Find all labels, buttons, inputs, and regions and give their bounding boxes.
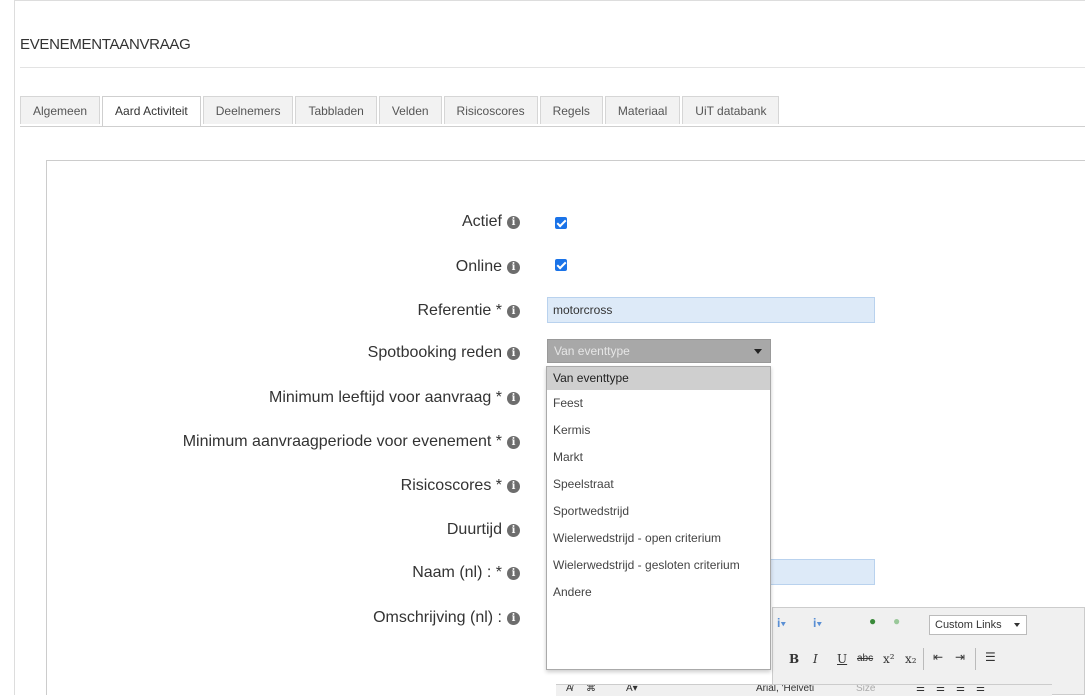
risicoscores-label: Risicoscores * [400,477,502,494]
dropdown-option[interactable]: Feest [547,390,770,417]
referentie-info-icon[interactable]: i [507,305,520,318]
min-leeftijd-info-icon[interactable]: i [507,392,520,405]
font-family-select[interactable]: Arial, 'Helveti [756,685,814,694]
toolbar-separator [975,648,976,670]
italic-button[interactable]: I [813,652,818,666]
dropdown-option[interactable]: Wielerwedstrijd - gesloten criterium [547,552,770,579]
dropdown-option[interactable]: Andere [547,579,770,606]
align-right-icon[interactable]: ☰ [956,685,965,694]
dropdown-option[interactable]: Wielerwedstrijd - open criterium [547,525,770,552]
online-checkbox[interactable] [555,259,567,271]
font-color-icon[interactable]: A▾ [626,685,638,694]
spotbooking-info-icon[interactable]: i [507,347,520,360]
chevron-down-icon [1014,623,1020,627]
bg-color-icon[interactable]: 𝐢▾ [813,616,822,631]
duurtijd-label: Duurtijd [446,521,502,538]
actief-checkbox[interactable] [555,217,567,229]
align-left-icon[interactable]: ☰ [916,685,925,694]
remove-format-icon[interactable]: ⌘ [586,685,596,694]
clear-format-icon[interactable]: A̸ [566,685,573,694]
toolbar-separator [923,648,924,670]
align-justify-icon[interactable]: ☰ [976,685,985,694]
text-color-icon[interactable]: 𝐢▾ [777,616,786,631]
online-label: Online [455,258,502,275]
title-divider [20,67,1085,68]
bold-button[interactable]: B [789,652,799,666]
online-info-icon[interactable]: i [507,261,520,274]
underline-button[interactable]: U [837,652,847,666]
actief-info-icon[interactable]: i [507,216,520,229]
tab-algemeen[interactable]: Algemeen [20,96,101,124]
omschrijving-info-icon[interactable]: i [507,612,520,625]
editor-toolbar: 𝐢▾ 𝐢▾ ● ● Custom Links B I U abc x² x₂ ⇤… [772,607,1085,695]
custom-links-select[interactable]: Custom Links [929,615,1027,635]
tab-regels[interactable]: Regels [539,96,603,124]
min-leeftijd-label: Minimum leeftijd voor aanvraag * [269,389,502,406]
tab-velden[interactable]: Velden [378,96,442,124]
dropdown-option[interactable]: Markt [547,444,770,471]
indent-icon[interactable]: ⇥ [955,650,965,664]
omschrijving-label: Omschrijving (nl) : [373,609,502,626]
superscript-icon[interactable]: x² [883,652,895,666]
tab-aard-activiteit[interactable]: Aard Activiteit [102,96,201,127]
tab-materiaal[interactable]: Materiaal [604,96,681,124]
outdent-icon[interactable]: ⇤ [933,650,943,664]
duurtijd-info-icon[interactable]: i [507,524,520,537]
spotbooking-selected-value: Van eventtype [554,344,630,358]
actief-label: Actief [461,213,502,230]
naam-info-icon[interactable]: i [507,567,520,580]
numbered-list-icon[interactable]: ☰ [985,650,996,664]
referentie-input[interactable]: motorcross [547,297,875,323]
spotbooking-label: Spotbooking reden [367,344,502,361]
risicoscores-info-icon[interactable]: i [507,480,520,493]
tab-divider [20,126,1085,127]
subscript-icon[interactable]: x₂ [905,652,917,666]
tab-uit-databank[interactable]: UiT databank [682,96,780,124]
unlink-icon[interactable]: ● [893,614,900,628]
custom-links-label: Custom Links [935,619,1002,631]
tab-risicoscores[interactable]: Risicoscores [443,96,538,124]
tab-bar: Algemeen Aard Activiteit Deelnemers Tabb… [20,96,781,127]
dropdown-option[interactable]: Van eventtype [547,367,770,390]
editor-toolbar-row-3: A̸ ⌘ A▾ Arial, 'Helveti Size ☰ ☰ ☰ ☰ [556,684,1052,696]
spotbooking-dropdown: Van eventtype Feest Kermis Markt Speelst… [546,366,771,670]
dropdown-option[interactable]: Kermis [547,417,770,444]
dropdown-option[interactable]: Sportwedstrijd [547,498,770,525]
link-icon[interactable]: ● [869,614,876,628]
tab-tabbladen[interactable]: Tabbladen [295,96,377,124]
naam-label: Naam (nl) : * [412,564,502,581]
min-periode-label: Minimum aanvraagperiode voor evenement * [182,433,502,450]
spotbooking-select[interactable]: Van eventtype [547,339,771,363]
referentie-label: Referentie * [417,302,503,319]
min-periode-info-icon[interactable]: i [507,436,520,449]
dropdown-option[interactable]: Speelstraat [547,471,770,498]
strikethrough-button[interactable]: abc [857,653,873,664]
align-center-icon[interactable]: ☰ [936,685,945,694]
page-title: EVENEMENTAANVRAAG [20,36,191,53]
chevron-down-icon [754,349,762,354]
tab-deelnemers[interactable]: Deelnemers [202,96,294,124]
font-size-select[interactable]: Size [856,685,875,694]
